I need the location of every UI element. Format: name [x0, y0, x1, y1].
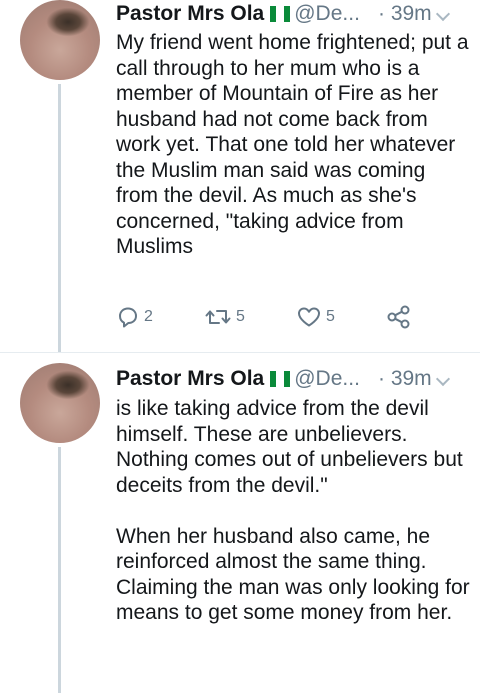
- tweet-text: is like taking advice from the devil him…: [116, 396, 472, 626]
- tweet-header: Pastor Mrs Ola @De... · 39m: [116, 365, 464, 393]
- reply-count: 2: [144, 308, 153, 325]
- share-button[interactable]: [386, 302, 412, 332]
- display-name[interactable]: Pastor Mrs Ola: [116, 367, 264, 390]
- tweet-actions: 2 5 5: [116, 302, 436, 332]
- chevron-down-icon[interactable]: [435, 6, 451, 22]
- tweet[interactable]: Pastor Mrs Ola @De... · 39m My friend wen…: [0, 0, 480, 353]
- reply-button[interactable]: 2: [116, 302, 153, 332]
- tweet-paragraph: is like taking advice from the devil him…: [116, 397, 463, 497]
- user-handle[interactable]: @De...: [294, 367, 360, 390]
- like-button[interactable]: 5: [296, 302, 335, 332]
- nigeria-flag-icon: [270, 367, 291, 387]
- nigeria-flag-icon: [270, 2, 291, 22]
- timestamp[interactable]: · 39m: [378, 365, 432, 393]
- retweet-button[interactable]: 5: [204, 302, 245, 332]
- avatar[interactable]: [20, 363, 100, 443]
- tweet[interactable]: Pastor Mrs Ola @De... · 39m is like takin…: [0, 353, 480, 693]
- tweet-header: Pastor Mrs Ola @De... · 39m: [116, 0, 464, 28]
- retweet-icon: [205, 310, 231, 324]
- thread-line: [58, 447, 61, 693]
- retweet-count: 5: [236, 308, 245, 325]
- chevron-down-icon[interactable]: [435, 371, 451, 387]
- timestamp[interactable]: · 39m: [378, 0, 432, 28]
- tweet-paragraph: My friend went home frightened; put a ca…: [116, 31, 469, 258]
- like-count: 5: [326, 308, 335, 325]
- share-icon: [387, 305, 410, 329]
- display-name[interactable]: Pastor Mrs Ola: [116, 2, 264, 25]
- reply-icon: [119, 307, 137, 328]
- avatar[interactable]: [20, 0, 100, 80]
- heart-icon: [298, 307, 320, 327]
- user-handle[interactable]: @De...: [294, 2, 360, 25]
- tweet-paragraph: When her husband also came, he reinforce…: [116, 524, 470, 625]
- thread-line: [58, 84, 61, 352]
- tweet-text: My friend went home frightened; put a ca…: [116, 30, 472, 260]
